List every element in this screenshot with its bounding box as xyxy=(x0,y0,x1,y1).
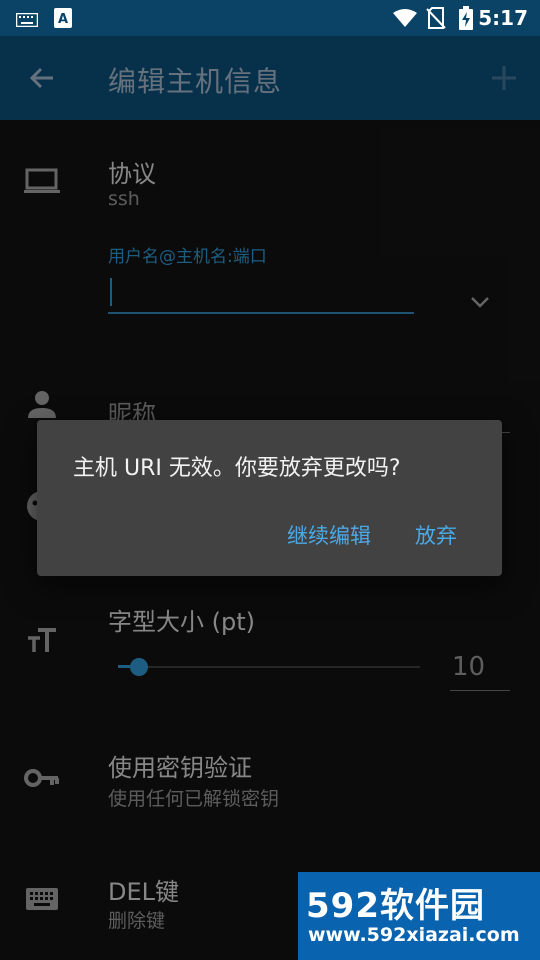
continue-editing-button[interactable]: 继续编辑 xyxy=(287,520,371,550)
dialog-message: 主机 URI 无效。你要放弃更改吗? xyxy=(73,456,401,481)
wifi-icon xyxy=(392,8,418,32)
watermark-brand: 592软件园 xyxy=(306,886,485,926)
status-bar: A 5:17 xyxy=(0,0,540,36)
discard-changes-dialog: 主机 URI 无效。你要放弃更改吗? 继续编辑 放弃 xyxy=(37,420,502,576)
watermark-url: www.592xiazai.com xyxy=(308,924,520,946)
watermark-logo: 592软件园 www.592xiazai.com xyxy=(298,872,540,960)
keyboard-icon xyxy=(15,12,39,31)
a-badge-icon: A xyxy=(54,8,72,32)
battery-charging-icon xyxy=(458,6,474,34)
svg-text:A: A xyxy=(58,12,68,27)
discard-button[interactable]: 放弃 xyxy=(415,520,457,550)
status-time: 5:17 xyxy=(478,6,528,30)
no-sim-icon xyxy=(426,7,446,33)
